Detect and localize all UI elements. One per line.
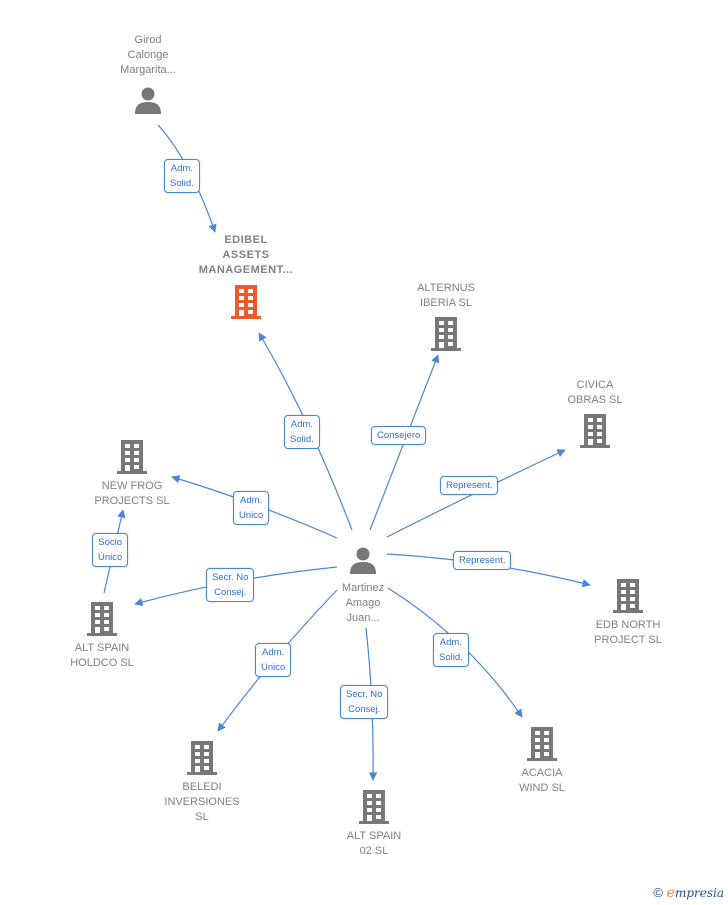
company-node-alternus[interactable]: ALTERNUS IBERIA SL — [400, 281, 492, 352]
relation-label[interactable]: Consejero — [371, 426, 427, 445]
person-icon — [135, 87, 161, 114]
brand-name: mpresia — [674, 886, 724, 900]
copyright-icon: © — [653, 885, 664, 900]
relation-label[interactable]: Represent. — [440, 476, 499, 495]
company-node-acacia[interactable]: ACACIA WIND SL — [500, 726, 584, 796]
node-label: Girod Calonge Margarita... — [120, 34, 176, 76]
relation-label[interactable]: Adm. Unico — [255, 643, 292, 677]
company-node-edibel[interactable]: EDIBEL ASSETS MANAGEMENT... — [180, 233, 312, 320]
node-label: EDIBEL ASSETS MANAGEMENT... — [198, 234, 294, 276]
empresia-logo[interactable]: © empresia — [653, 885, 724, 901]
building-icon — [613, 579, 643, 613]
company-node-edbnorth[interactable]: EDB NORTH PROJECT SL — [580, 578, 676, 648]
node-label: ALT SPAIN HOLDCO SL — [70, 642, 134, 669]
company-node-altspain02[interactable]: ALT SPAIN 02 SL — [328, 789, 420, 859]
relation-label[interactable]: Adm. Solid. — [433, 633, 469, 667]
building-icon — [187, 741, 217, 775]
node-label: Martinez Amago Juan... — [341, 582, 385, 624]
node-label: NEW FROG PROJECTS SL — [94, 480, 170, 507]
brand-initial: e — [666, 885, 675, 901]
node-label: EDB NORTH PROJECT SL — [594, 619, 662, 646]
node-label: BELEDI INVERSIONES SL — [164, 781, 240, 823]
building-icon — [117, 440, 147, 474]
person-node-martinez[interactable]: Martinez Amago Juan... — [322, 545, 404, 626]
company-node-beledi[interactable]: BELEDI INVERSIONES SL — [154, 740, 250, 825]
relation-label[interactable]: Adm. Unico — [233, 491, 270, 525]
company-node-altholdco[interactable]: ALT SPAIN HOLDCO SL — [54, 601, 150, 671]
building-icon — [231, 285, 261, 319]
person-icon — [350, 547, 376, 574]
relation-label[interactable]: Socio Único — [92, 533, 129, 567]
relation-label[interactable]: Represent. — [453, 551, 512, 570]
building-icon — [359, 790, 389, 824]
node-label: ALT SPAIN 02 SL — [346, 830, 402, 857]
node-label: ACACIA WIND SL — [519, 767, 565, 794]
company-node-newfrog[interactable]: NEW FROG PROJECTS SL — [80, 439, 184, 509]
relation-label[interactable]: Adm. Solid. — [164, 159, 200, 193]
relation-label[interactable]: Secr. No Consej. — [206, 568, 255, 602]
building-icon — [87, 602, 117, 636]
relation-label[interactable]: Adm. Solid. — [284, 415, 320, 449]
person-node-girod[interactable]: Girod Calonge Margarita... — [96, 33, 200, 115]
building-icon — [527, 727, 557, 761]
relation-label[interactable]: Secr. No Consej. — [340, 685, 389, 719]
company-node-civica[interactable]: CIVICA OBRAS SL — [550, 378, 640, 449]
node-label: CIVICA OBRAS SL — [567, 379, 623, 406]
building-icon — [580, 414, 610, 448]
node-label: ALTERNUS IBERIA SL — [417, 282, 475, 309]
building-icon — [431, 317, 461, 351]
